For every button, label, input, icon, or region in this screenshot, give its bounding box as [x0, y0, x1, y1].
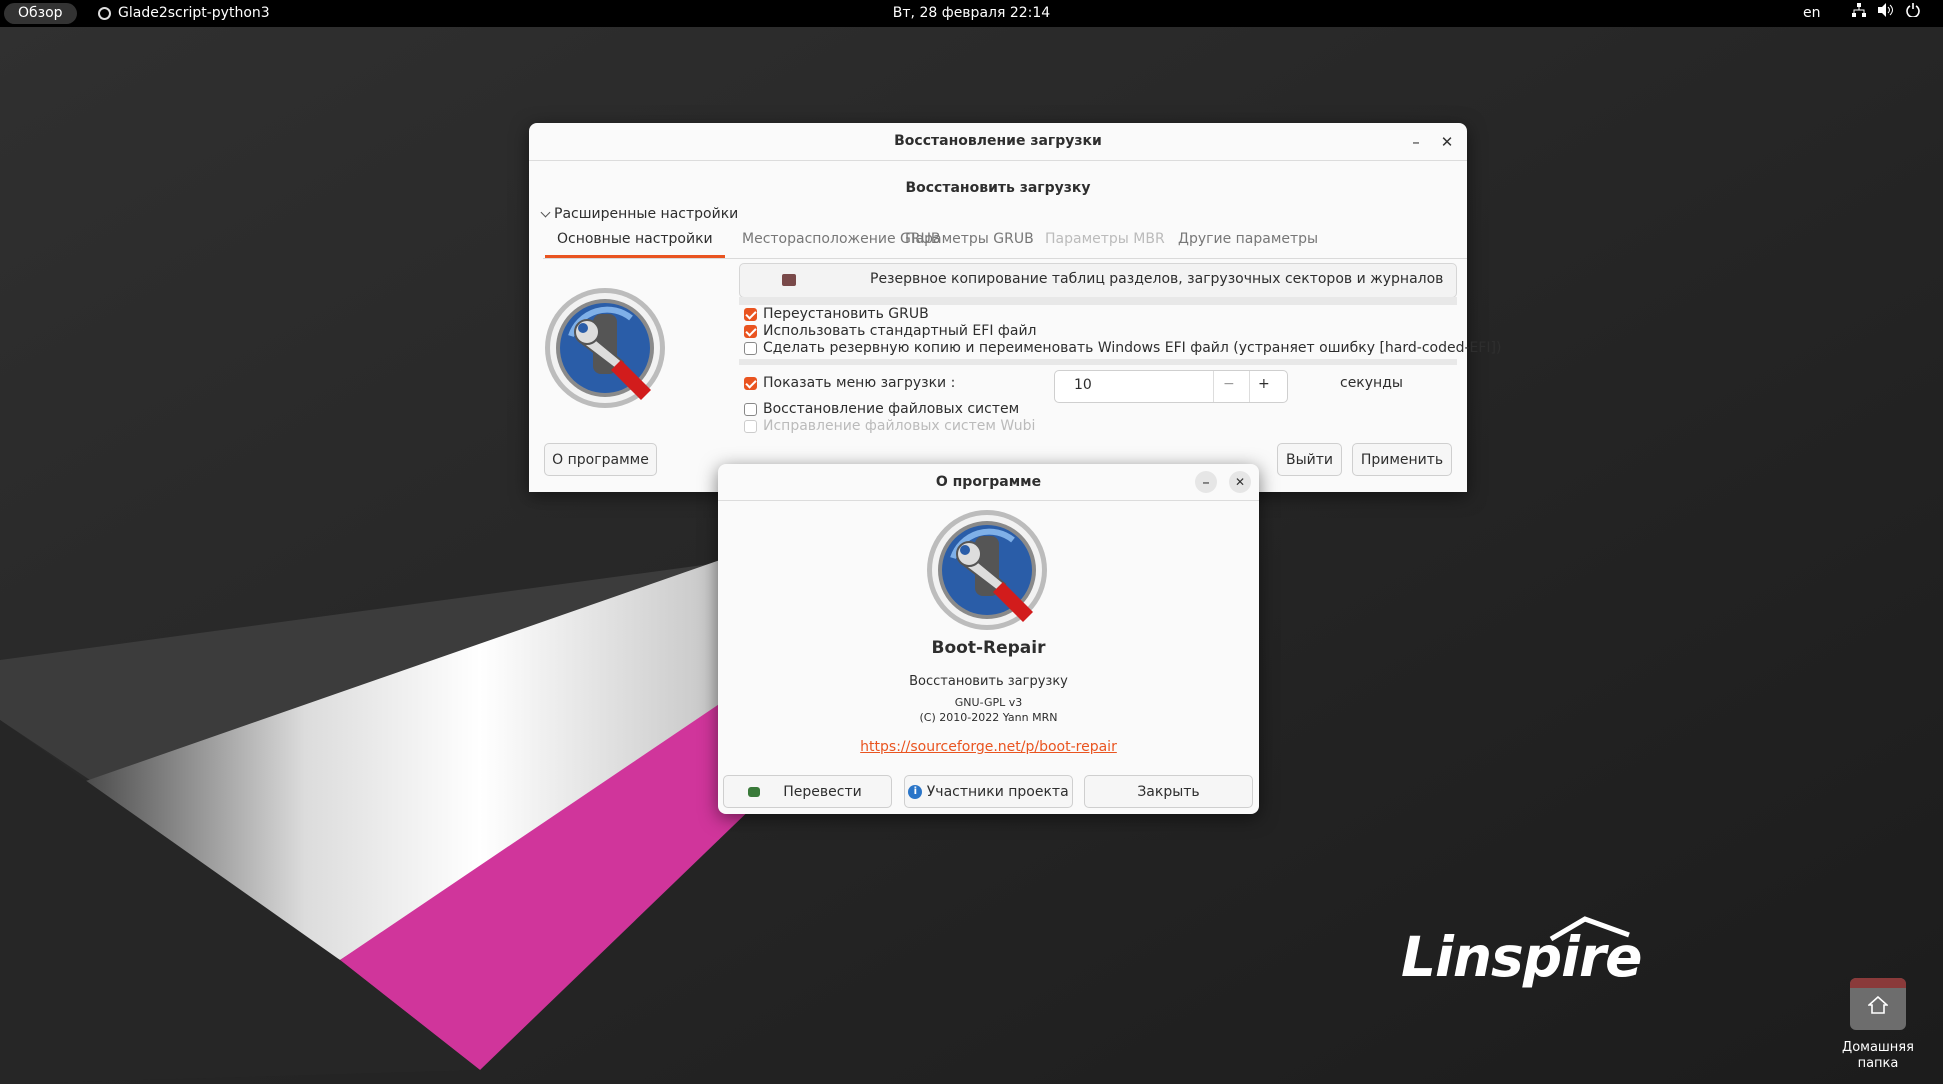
- spinner-divider: [1213, 371, 1214, 402]
- standard-efi-label: Использовать стандартный EFI файл: [763, 323, 1037, 339]
- about-dialog: О программе – ✕ Boot-Repair Восстановить…: [718, 464, 1259, 814]
- wubi-repair-label: Исправление файловых систем Wubi: [763, 418, 1036, 434]
- home-folder-icon: [1850, 978, 1906, 1030]
- show-boot-menu-checkbox[interactable]: [744, 377, 757, 390]
- network-icon: [1852, 0, 1866, 27]
- credits-button-label: Участники проекта: [926, 784, 1069, 800]
- increment-icon[interactable]: +: [1258, 376, 1270, 392]
- boot-repair-logo-icon: [545, 288, 665, 408]
- power-icon: [1906, 0, 1920, 27]
- about-dialog-title: О программе: [935, 474, 1042, 490]
- translate-icon: [748, 787, 760, 797]
- separator: [739, 359, 1457, 365]
- close-button[interactable]: Закрыть: [1084, 775, 1253, 808]
- desktop: Обзор Glade2script-python3 Вт, 28 феврал…: [0, 0, 1943, 1084]
- main-titlebar[interactable]: Восстановление загрузки: [529, 123, 1467, 161]
- system-tray[interactable]: [1852, 0, 1920, 27]
- chevron-down-icon: [540, 207, 551, 217]
- rename-windows-efi-checkbox[interactable]: [744, 342, 757, 355]
- website-link[interactable]: https://sourceforge.net/p/boot-repair: [718, 739, 1259, 755]
- linspire-logo-text: Linspire: [1401, 925, 1642, 989]
- home-folder[interactable]: Домашняя папка: [1836, 978, 1920, 1078]
- quit-button[interactable]: Выйти: [1277, 443, 1342, 476]
- tab-other-options[interactable]: Другие параметры: [1178, 224, 1318, 255]
- app-gear-icon: [98, 7, 111, 20]
- info-icon: i: [908, 785, 923, 799]
- advanced-expander[interactable]: Расширенные настройки: [540, 206, 739, 222]
- rename-windows-efi-label: Сделать резервную копию и переименовать …: [763, 340, 1502, 356]
- keyboard-layout-indicator[interactable]: en: [1803, 0, 1821, 27]
- volume-icon: [1878, 0, 1894, 27]
- tab-mbr-options[interactable]: Параметры MBR: [1045, 224, 1165, 255]
- apply-button[interactable]: Применить: [1352, 443, 1452, 476]
- app-name: Boot-Repair: [931, 638, 1046, 658]
- timeout-unit: секунды: [1340, 375, 1403, 391]
- top-bar: Обзор Glade2script-python3 Вт, 28 феврал…: [0, 0, 1943, 27]
- license-text: GNU-GPL v3: [954, 696, 1023, 709]
- repair-filesystems-label: Восстановление файловых систем: [763, 401, 1020, 417]
- boot-repair-logo-icon: [927, 510, 1047, 630]
- folder-icon: [782, 274, 796, 286]
- credits-button[interactable]: i Участники проекта: [904, 775, 1073, 808]
- minimize-icon[interactable]: –: [1195, 471, 1217, 493]
- show-boot-menu-label: Показать меню загрузки :: [763, 375, 956, 391]
- tab-grub-options[interactable]: Параметры GRUB: [905, 224, 1034, 255]
- spinner-divider: [1249, 371, 1250, 402]
- main-heading: Восстановить загрузку: [905, 180, 1091, 196]
- translate-button[interactable]: Перевести: [723, 775, 892, 808]
- close-icon[interactable]: ✕: [1229, 471, 1251, 493]
- app-description: Восстановить загрузку: [909, 674, 1068, 689]
- reinstall-grub-checkbox[interactable]: [744, 308, 757, 321]
- backup-button[interactable]: Резервное копирование таблиц разделов, з…: [739, 263, 1457, 298]
- translate-button-label: Перевести: [783, 784, 862, 800]
- timeout-value[interactable]: 10: [1074, 377, 1092, 393]
- separator: [739, 297, 1457, 305]
- reinstall-grub-label: Переустановить GRUB: [763, 306, 929, 322]
- decrement-icon[interactable]: −: [1223, 376, 1235, 392]
- activities-button[interactable]: Обзор: [4, 3, 77, 24]
- home-folder-label: Домашняя папка: [1842, 1040, 1914, 1071]
- backup-button-label: Резервное копирование таблиц разделов, з…: [870, 271, 1444, 287]
- linspire-logo: Linspire: [1401, 915, 1642, 997]
- app-indicator[interactable]: Glade2script-python3: [98, 0, 270, 27]
- copyright-text: (C) 2010-2022 Yann MRN: [919, 711, 1058, 724]
- minimize-icon[interactable]: –: [1405, 131, 1427, 153]
- wubi-repair-checkbox[interactable]: [744, 420, 757, 433]
- repair-filesystems-checkbox[interactable]: [744, 403, 757, 416]
- standard-efi-checkbox[interactable]: [744, 325, 757, 338]
- boot-repair-window: Восстановление загрузки – ✕ Восстановить…: [529, 123, 1501, 492]
- about-button[interactable]: О программе: [544, 443, 657, 476]
- advanced-label: Расширенные настройки: [554, 206, 739, 222]
- app-indicator-label: Glade2script-python3: [118, 5, 270, 21]
- main-window-title: Восстановление загрузки: [894, 133, 1102, 149]
- boot-menu-timeout-spinner[interactable]: 10 − +: [1054, 370, 1288, 403]
- tab-bar: Основные настройки Месторасположение GRU…: [543, 224, 1467, 259]
- about-titlebar[interactable]: О программе: [718, 464, 1259, 501]
- clock[interactable]: Вт, 28 февраля 22:14: [0, 0, 1943, 27]
- close-icon[interactable]: ✕: [1436, 131, 1458, 153]
- tab-basic[interactable]: Основные настройки: [545, 224, 725, 258]
